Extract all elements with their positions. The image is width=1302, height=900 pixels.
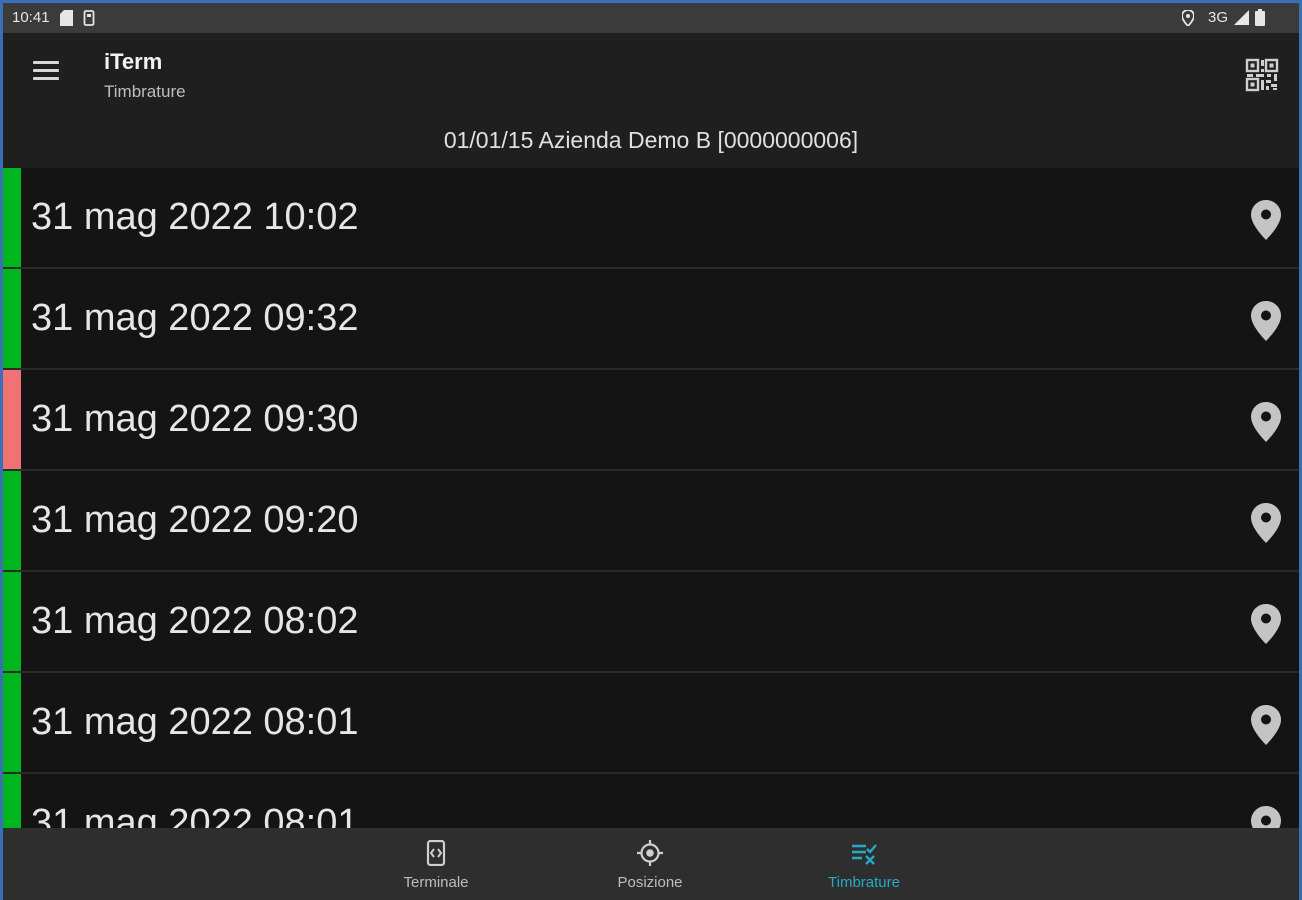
punch-row[interactable]: 31 mag 2022 08:02 bbox=[3, 572, 1299, 673]
status-time: 10:41 bbox=[12, 9, 50, 26]
punch-time: 31 mag 2022 09:30 bbox=[31, 398, 359, 440]
app-subtitle: Timbrature bbox=[104, 82, 186, 101]
punch-row[interactable]: 31 mag 2022 10:02 bbox=[3, 168, 1299, 269]
location-pin-icon[interactable] bbox=[1251, 301, 1281, 341]
punch-row[interactable]: 31 mag 2022 09:30 bbox=[3, 370, 1299, 471]
entry-indicator bbox=[3, 168, 21, 267]
punch-time: 31 mag 2022 08:01 bbox=[31, 701, 359, 743]
punch-list-icon bbox=[852, 844, 877, 865]
location-pin-icon[interactable] bbox=[1251, 604, 1281, 644]
nav-posizione[interactable]: Posizione bbox=[590, 828, 710, 900]
punch-row[interactable]: 31 mag 2022 08:01 bbox=[3, 774, 1299, 828]
entry-indicator bbox=[3, 673, 21, 772]
punch-time: 31 mag 2022 10:02 bbox=[31, 196, 359, 238]
entry-indicator bbox=[3, 269, 21, 368]
punch-row[interactable]: 31 mag 2022 09:20 bbox=[3, 471, 1299, 572]
entry-indicator bbox=[3, 471, 21, 570]
qr-code-icon[interactable] bbox=[1245, 58, 1279, 92]
nav-timbrature[interactable]: Timbrature bbox=[804, 828, 924, 900]
location-pin-icon[interactable] bbox=[1251, 806, 1281, 828]
signal-icon bbox=[1234, 10, 1249, 25]
entry-indicator bbox=[3, 572, 21, 671]
sd-card-icon bbox=[59, 9, 73, 26]
app-title: iTerm bbox=[104, 49, 163, 74]
punch-time: 31 mag 2022 08:01 bbox=[31, 802, 359, 828]
location-pin-icon[interactable] bbox=[1251, 200, 1281, 240]
terminal-icon bbox=[426, 840, 446, 866]
entry-indicator bbox=[3, 774, 21, 828]
device-screen: 10:41 3G iTerm Timbrature 01/01/15 Azien… bbox=[3, 3, 1299, 900]
network-type: 3G bbox=[1207, 9, 1228, 26]
punch-time: 31 mag 2022 09:32 bbox=[31, 297, 359, 339]
nav-terminale-label: Terminale bbox=[403, 874, 469, 891]
status-bar: 10:41 3G bbox=[3, 3, 1299, 33]
bottom-navigation: Terminale Posizione Timbrature bbox=[3, 828, 1299, 900]
location-icon bbox=[1181, 9, 1194, 26]
app-bar: iTerm Timbrature bbox=[3, 33, 1299, 113]
location-pin-icon[interactable] bbox=[1251, 402, 1281, 442]
punch-row[interactable]: 31 mag 2022 09:32 bbox=[3, 269, 1299, 370]
hamburger-menu-icon[interactable] bbox=[33, 61, 59, 83]
nav-terminale[interactable]: Terminale bbox=[376, 828, 496, 900]
punch-list[interactable]: 31 mag 2022 10:02 31 mag 2022 09:32 31 mag… bbox=[3, 168, 1299, 828]
location-pin-icon[interactable] bbox=[1251, 705, 1281, 745]
location-pin-icon[interactable] bbox=[1251, 503, 1281, 543]
exit-indicator bbox=[3, 370, 21, 469]
usb-icon bbox=[83, 9, 94, 26]
battery-icon bbox=[1255, 9, 1265, 26]
punch-row[interactable]: 31 mag 2022 08:01 bbox=[3, 673, 1299, 774]
company-header: 01/01/15 Azienda Demo B [0000000006] bbox=[3, 113, 1299, 168]
gps-target-icon bbox=[637, 840, 663, 866]
punch-time: 31 mag 2022 09:20 bbox=[31, 499, 359, 541]
nav-timbrature-label: Timbrature bbox=[828, 874, 900, 891]
punch-time: 31 mag 2022 08:02 bbox=[31, 600, 359, 642]
nav-posizione-label: Posizione bbox=[617, 874, 683, 891]
